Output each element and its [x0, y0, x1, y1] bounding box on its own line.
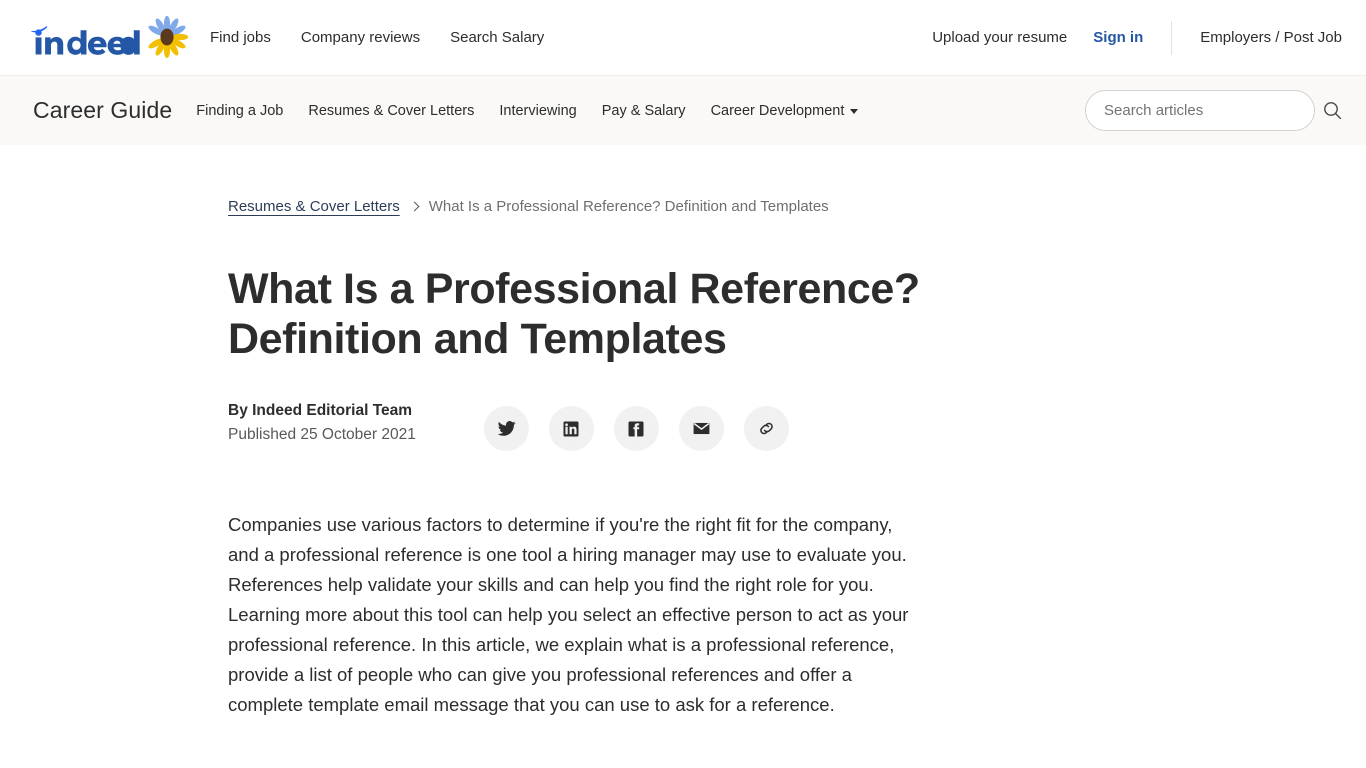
cg-link-resumes-cover-letters[interactable]: Resumes & Cover Letters	[308, 103, 474, 119]
cg-link-label: Interviewing	[499, 102, 577, 119]
global-header: Find jobs Company reviews Search Salary …	[0, 0, 1366, 76]
share-facebook-button[interactable]	[613, 406, 659, 451]
career-guide-title[interactable]: Career Guide	[33, 97, 172, 124]
twitter-icon	[497, 421, 516, 436]
employers-post-job-link[interactable]: Employers / Post Job	[1200, 30, 1342, 45]
indeed-logo[interactable]	[28, 15, 188, 58]
breadcrumb: Resumes & Cover Letters What Is a Profes…	[228, 198, 936, 215]
share-email-button[interactable]	[678, 406, 724, 451]
byline: By Indeed Editorial Team Published 25 Oc…	[228, 401, 416, 446]
gnav-link-find-jobs[interactable]: Find jobs	[210, 30, 271, 45]
cg-link-finding-a-job[interactable]: Finding a Job	[196, 103, 283, 119]
breadcrumb-current: What Is a Professional Reference? Defini…	[428, 198, 829, 215]
cg-link-label: Finding a Job	[196, 102, 284, 119]
share-buttons	[483, 406, 789, 451]
search-area	[1085, 90, 1342, 131]
article-published-date: Published 25 October 2021	[228, 425, 416, 443]
sign-in-link[interactable]: Sign in	[1093, 30, 1143, 45]
search-submit-button[interactable]	[1323, 101, 1342, 120]
facebook-icon	[628, 421, 644, 436]
search-input[interactable]	[1085, 90, 1315, 131]
share-link-button[interactable]	[743, 406, 789, 451]
chevron-right-icon	[409, 201, 420, 212]
linkedin-icon	[563, 421, 579, 436]
article: Resumes & Cover Letters What Is a Profes…	[228, 145, 936, 720]
chevron-down-icon	[850, 109, 859, 114]
email-icon	[693, 422, 710, 435]
indeed-wordmark-icon	[31, 25, 140, 55]
byline-row: By Indeed Editorial Team Published 25 Oc…	[228, 401, 936, 451]
career-guide-nav: Career Guide Finding a Job Resumes & Cov…	[0, 76, 1366, 145]
global-header-right: Upload your resume Sign in Employers / P…	[932, 20, 1342, 55]
global-header-left: Find jobs Company reviews Search Salary	[28, 15, 544, 58]
page-title: What Is a Professional Reference? Defini…	[228, 265, 920, 363]
article-intro-paragraph: Companies use various factors to determi…	[228, 514, 909, 715]
breadcrumb-parent-link[interactable]: Resumes & Cover Letters	[228, 198, 400, 215]
cg-link-label: Resumes & Cover Letters	[308, 102, 475, 119]
career-guide-links: Finding a Job Resumes & Cover Letters In…	[196, 103, 859, 119]
cg-link-label: Pay & Salary	[601, 102, 686, 119]
global-nav-links: Find jobs Company reviews Search Salary	[210, 30, 544, 45]
share-linkedin-button[interactable]	[548, 406, 594, 451]
article-author: By Indeed Editorial Team	[228, 402, 413, 419]
page-content: Resumes & Cover Letters What Is a Profes…	[0, 145, 1366, 720]
header-divider	[1171, 20, 1173, 55]
gnav-link-company-reviews[interactable]: Company reviews	[301, 30, 420, 45]
cg-link-career-development[interactable]: Career Development	[711, 103, 859, 119]
link-icon	[760, 422, 773, 435]
upload-resume-link[interactable]: Upload your resume	[932, 30, 1067, 45]
gnav-link-search-salary[interactable]: Search Salary	[450, 30, 544, 45]
cg-link-interviewing[interactable]: Interviewing	[499, 103, 576, 119]
search-icon	[1324, 102, 1342, 120]
indeed-sunflower-icon	[148, 15, 188, 58]
cg-link-pay-salary[interactable]: Pay & Salary	[602, 103, 686, 119]
cg-link-label: Career Development	[710, 102, 845, 119]
share-twitter-button[interactable]	[483, 406, 529, 451]
